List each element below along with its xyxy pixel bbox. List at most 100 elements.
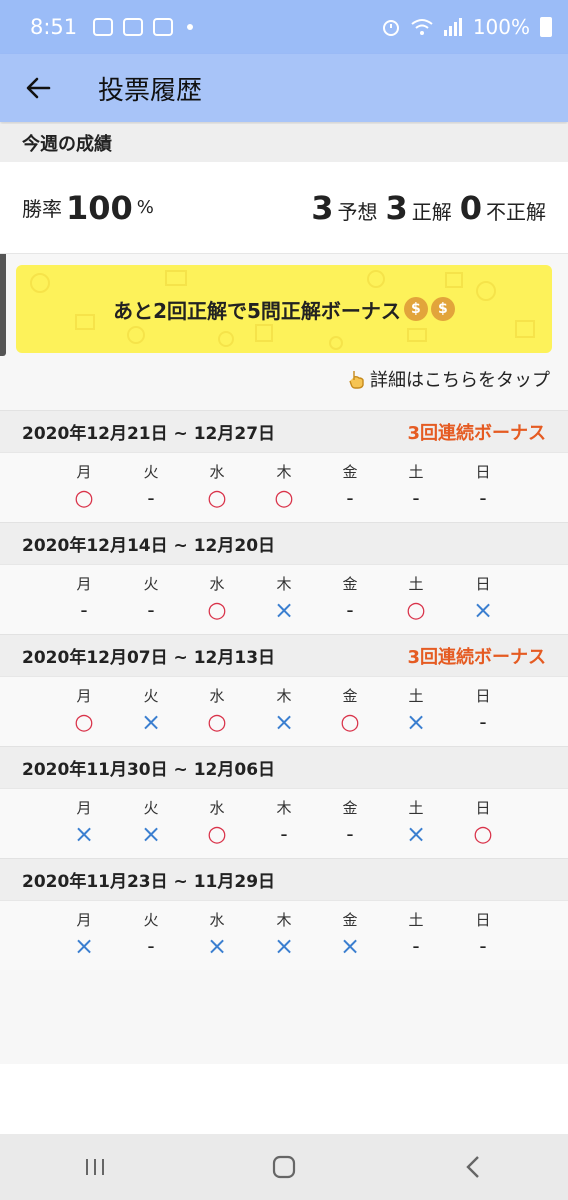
day-result-cell: 木 ×	[254, 565, 314, 635]
predictions-label: 予想	[337, 199, 378, 224]
week-bonus-badge: 3回連続ボーナス	[407, 646, 546, 668]
day-result-cell: 水 ×	[187, 901, 247, 971]
day-name: 土	[408, 911, 424, 929]
day-result-cell: 土 ○	[386, 565, 446, 635]
notification-icons	[93, 18, 194, 36]
day-result-cell: 木 ○	[254, 453, 314, 523]
day-name: 月	[76, 687, 92, 705]
day-name: 木	[276, 463, 292, 481]
day-name: 木	[276, 799, 292, 817]
day-result-cell: 金-	[320, 565, 380, 635]
day-result-cell: 月-	[54, 565, 114, 635]
day-name: 日	[475, 799, 491, 817]
line-icon	[123, 18, 144, 36]
day-result-cell: 月 ○	[54, 453, 114, 523]
correct-count: 3	[385, 188, 408, 227]
win-rate-unit: %	[136, 197, 154, 218]
pointing-finger-icon	[348, 369, 366, 389]
day-result-cell: 日-	[453, 901, 513, 971]
detail-link-text: 詳細はこちらをタップ	[370, 370, 550, 391]
status-time: 8:51	[30, 15, 78, 39]
detail-link[interactable]: 詳細はこちらをタップ	[348, 366, 550, 392]
week-date-range: 2020年11月23日 ~ 11月29日	[22, 872, 276, 892]
camera-icon	[93, 18, 114, 36]
day-result-cell: 日-	[453, 453, 513, 523]
no-vote-mark: -	[479, 486, 487, 510]
instagram-icon	[153, 18, 174, 36]
day-result-cell: 金-	[320, 453, 380, 523]
day-result-cell: 水 ○	[187, 789, 247, 859]
day-result-cell: 土-	[386, 453, 446, 523]
system-nav-bar	[0, 1134, 568, 1200]
day-result-cell: 月 ×	[54, 901, 114, 971]
week-results-row: 月 × 火 - 水 × 木 × 金 × 土 - 日 -	[0, 900, 568, 970]
bonus-banner[interactable]: あと2回正解で5問正解ボーナス $ $	[16, 265, 552, 353]
day-result-cell: 日 ×	[453, 565, 513, 635]
win-rate-value: 100	[66, 188, 133, 227]
incorrect-mark: ×	[273, 596, 295, 624]
back-arrow-icon	[26, 77, 51, 99]
day-name: 木	[276, 911, 292, 929]
incorrect-mark: ×	[405, 820, 427, 848]
day-name: 木	[276, 575, 292, 593]
day-result-cell: 日-	[453, 677, 513, 747]
week-header: 2020年11月23日 ~ 11月29日	[0, 858, 568, 900]
correct-mark: ○	[207, 485, 227, 511]
day-name: 水	[209, 575, 225, 593]
recent-apps-icon	[85, 1159, 104, 1175]
no-vote-mark: -	[479, 710, 487, 734]
incorrect-count: 0	[459, 188, 482, 227]
bonus-banner-text: あと2回正解で5問正解ボーナス	[113, 298, 401, 323]
incorrect-mark: ×	[73, 932, 95, 960]
incorrect-label: 不正解	[486, 199, 546, 224]
day-result-cell: 日 ○	[453, 789, 513, 859]
day-name: 金	[342, 575, 358, 593]
day-name: 月	[76, 799, 92, 817]
day-name: 金	[342, 911, 358, 929]
week-date-range: 2020年12月21日 ~ 12月27日	[22, 424, 276, 444]
day-result-cell: 金-	[320, 789, 380, 859]
day-name: 日	[475, 911, 491, 929]
week-results-row: 月 × 火 × 水 ○ 木 - 金 - 土 × 日 ○	[0, 788, 568, 858]
day-result-cell: 火-	[121, 453, 181, 523]
day-result-cell: 金 ○	[320, 677, 380, 747]
battery-percent: 100%	[472, 15, 530, 39]
predictions-count: 3	[311, 188, 334, 227]
home-icon	[272, 1155, 296, 1179]
this-week-label: 今週の成績	[22, 134, 112, 155]
app-bar: 投票履歴	[0, 54, 568, 122]
no-vote-mark: -	[479, 934, 487, 958]
day-name: 水	[209, 911, 225, 929]
win-rate-label: 勝率	[22, 197, 62, 221]
correct-mark: ○	[406, 597, 426, 623]
day-name: 日	[475, 575, 491, 593]
day-result-cell: 木 ×	[254, 901, 314, 971]
incorrect-mark: ×	[140, 820, 162, 848]
no-vote-mark: -	[412, 934, 420, 958]
no-vote-mark: -	[280, 822, 288, 846]
correct-label: 正解	[411, 199, 452, 224]
day-result-cell: 土 ×	[386, 677, 446, 747]
back-button[interactable]	[0, 54, 76, 122]
day-name: 金	[342, 463, 358, 481]
status-right: 100%	[381, 15, 552, 39]
money-bag-icon: $	[430, 297, 455, 321]
day-name: 月	[76, 911, 92, 929]
incorrect-mark: ×	[405, 708, 427, 736]
day-name: 日	[475, 687, 491, 705]
incorrect-mark: ×	[273, 932, 295, 960]
week-results-row: 月 - 火 - 水 ○ 木 × 金 - 土 ○ 日 ×	[0, 564, 568, 634]
correct-mark: ○	[207, 821, 227, 847]
week-bonus-badge: 3回連続ボーナス	[407, 422, 546, 444]
week-header: 2020年11月30日 ~ 12月06日	[0, 746, 568, 788]
day-result-cell: 火 ×	[121, 789, 181, 859]
home-button[interactable]	[254, 1142, 314, 1192]
this-week-header: 今週の成績	[0, 124, 568, 162]
incorrect-mark: ×	[339, 932, 361, 960]
no-vote-mark: -	[346, 822, 354, 846]
back-nav-button[interactable]	[443, 1142, 503, 1192]
correct-mark: ○	[473, 821, 493, 847]
recent-apps-button[interactable]	[65, 1142, 125, 1192]
day-name: 水	[209, 687, 225, 705]
correct-mark: ○	[74, 485, 94, 511]
